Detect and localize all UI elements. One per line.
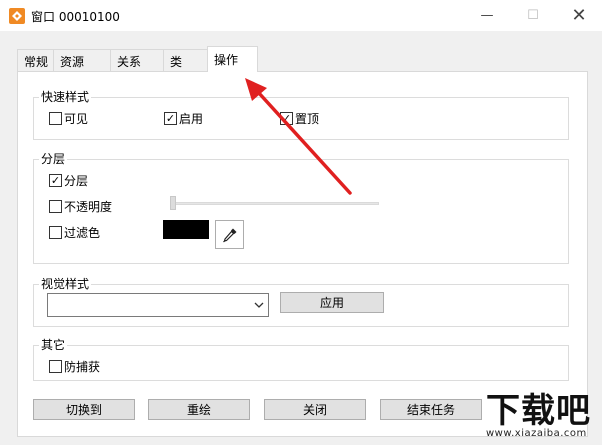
button-label: 应用 [319, 296, 344, 310]
checkbox-box [49, 200, 62, 213]
checkbox-label: 过滤色 [64, 226, 101, 240]
tab-general[interactable]: 常规 [17, 49, 54, 71]
tab-class[interactable]: 类 [163, 49, 208, 71]
switch-to-button[interactable]: 切换到 [33, 399, 135, 420]
window-title: 窗口 00010100 [31, 10, 120, 24]
button-label: 关闭 [302, 403, 327, 417]
minimize-icon: — [480, 8, 494, 23]
layered-checkbox[interactable]: ✓ 分层 [49, 172, 88, 189]
chevron-down-icon [254, 302, 264, 308]
tab-label: 操作 [214, 53, 239, 67]
enabled-checkbox[interactable]: ✓ 启用 [164, 110, 203, 127]
checkbox-box: ✓ [280, 112, 293, 125]
layering-group [33, 159, 569, 264]
eyedropper-icon [222, 228, 236, 242]
visual-style-title: 视觉样式 [39, 277, 92, 291]
checkbox-label: 启用 [179, 112, 204, 126]
visual-style-select[interactable] [47, 293, 269, 317]
title-bar: 窗口 00010100 — ☐ ✕ [0, 0, 602, 31]
button-label: 结束任务 [406, 403, 455, 417]
anti-capture-checkbox[interactable]: 防捕获 [49, 358, 100, 375]
checkbox-box: ✓ [164, 112, 177, 125]
checkbox-label: 不透明度 [64, 200, 113, 214]
tab-label: 资源 [60, 55, 85, 69]
tab-label: 关系 [117, 55, 142, 69]
filter-color-swatch[interactable] [163, 220, 209, 239]
topmost-checkbox[interactable]: ✓ 置顶 [280, 110, 319, 127]
other-group [33, 345, 569, 381]
opacity-slider-thumb[interactable] [170, 196, 176, 210]
app-icon [9, 8, 25, 24]
checkbox-label: 防捕获 [64, 360, 101, 374]
opacity-checkbox[interactable]: 不透明度 [49, 198, 112, 215]
quick-style-title: 快速样式 [39, 90, 92, 104]
checkbox-label: 可见 [64, 112, 89, 126]
watermark-url: www.xiazaiba.com [486, 428, 587, 439]
redraw-button[interactable]: 重绘 [148, 399, 250, 420]
watermark-logo: 下载吧 [486, 391, 591, 431]
layering-title: 分层 [39, 152, 68, 166]
filter-color-checkbox[interactable]: 过滤色 [49, 224, 100, 241]
color-picker-button[interactable] [215, 220, 244, 249]
close-button[interactable]: 关闭 [264, 399, 366, 420]
tab-resources[interactable]: 资源 [53, 49, 111, 71]
checkbox-box: ✓ [49, 174, 62, 187]
tab-operations[interactable]: 操作 [207, 46, 258, 72]
maximize-button[interactable]: ☐ [510, 0, 556, 31]
opacity-slider-track[interactable] [171, 202, 379, 205]
button-label: 切换到 [65, 403, 102, 417]
apply-button[interactable]: 应用 [280, 292, 384, 313]
checkbox-box [49, 112, 62, 125]
visible-checkbox[interactable]: 可见 [49, 110, 88, 127]
minimize-button[interactable]: — [464, 0, 510, 31]
button-label: 重绘 [186, 403, 211, 417]
tab-label: 类 [170, 55, 183, 69]
checkbox-label: 置顶 [295, 112, 320, 126]
watermark: 下载吧 www.xiazaiba.com [464, 383, 602, 445]
maximize-icon: ☐ [527, 8, 539, 23]
close-icon: ✕ [571, 5, 587, 26]
checkbox-box [49, 360, 62, 373]
tab-relations[interactable]: 关系 [110, 49, 164, 71]
other-title: 其它 [39, 338, 68, 352]
close-window-button[interactable]: ✕ [556, 0, 602, 31]
checkbox-box [49, 226, 62, 239]
tab-label: 常规 [24, 55, 49, 69]
checkbox-label: 分层 [64, 174, 89, 188]
